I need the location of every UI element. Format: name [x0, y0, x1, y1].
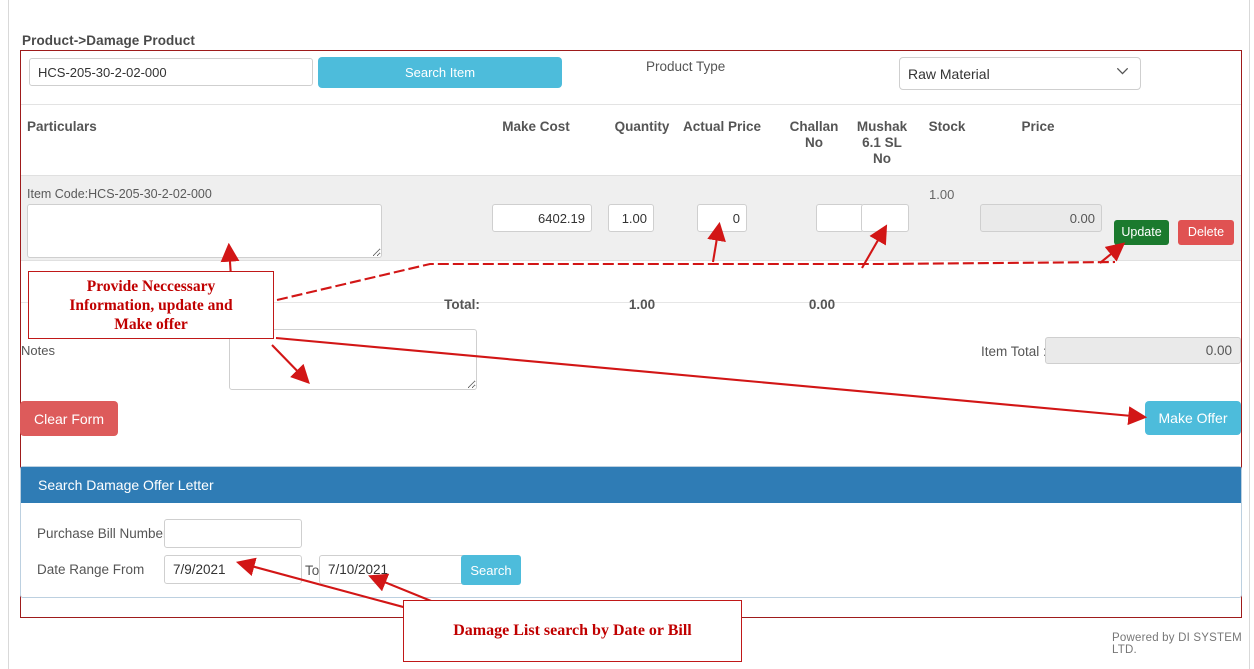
product-type-select[interactable]: Raw Material: [899, 57, 1141, 90]
item-code-input[interactable]: [29, 58, 313, 86]
item-total-label: Item Total :: [981, 344, 1047, 359]
search-item-button[interactable]: Search Item: [318, 57, 562, 88]
annotation-line-3: Make offer: [114, 316, 188, 333]
annotation-line-1: Provide Neccessary: [86, 278, 216, 295]
stock-value: 1.00: [929, 187, 955, 202]
table-row: Item Code:HCS-205-30-2-02-000 1.00 Updat…: [21, 175, 1241, 261]
price-input[interactable]: [980, 204, 1102, 232]
date-range-from-label: Date Range From: [37, 562, 145, 577]
row-item-code-text: Item Code:HCS-205-30-2-02-000: [27, 187, 212, 201]
challan-no-input[interactable]: [816, 204, 864, 232]
actual-price-input[interactable]: [697, 204, 747, 232]
annotation-provide-info: Provide Neccessary Information, update a…: [28, 271, 274, 339]
column-header-mushak-line1: Mushak: [856, 119, 908, 134]
column-header-challan-no-line1: Challan: [789, 119, 839, 134]
particulars-textarea[interactable]: [27, 204, 382, 258]
totals-quantity: 1.00: [628, 297, 656, 312]
column-header-challan-no-line2: No: [805, 135, 823, 150]
column-header-particulars: Particulars: [27, 119, 97, 134]
totals-label: Total:: [444, 297, 480, 312]
purchase-bill-number-label: Purchase Bill Number: [37, 526, 168, 541]
page-right-edge: [1249, 0, 1254, 669]
make-offer-button[interactable]: Make Offer: [1145, 401, 1241, 435]
annotation-damage-list-search: Damage List search by Date or Bill: [403, 600, 742, 662]
page-root: Product->Damage Product Search Item Prod…: [0, 0, 1254, 669]
delete-button[interactable]: Delete: [1178, 220, 1234, 245]
product-type-label: Product Type: [646, 59, 726, 74]
date-from-input[interactable]: [164, 555, 302, 584]
quantity-input[interactable]: [608, 204, 654, 232]
purchase-bill-number-input[interactable]: [164, 519, 302, 548]
annotation-line-2: Information, update and: [69, 297, 233, 314]
powered-by-footer: Powered by DI SYSTEM LTD.: [1112, 632, 1242, 656]
date-range-to-label: To: [305, 563, 320, 578]
breadcrumb: Product->Damage Product: [22, 33, 195, 48]
date-to-input[interactable]: [319, 555, 467, 584]
search-button[interactable]: Search: [461, 555, 521, 585]
notes-label: Notes: [21, 343, 55, 358]
search-damage-offer-panel: Search Damage Offer Letter Purchase Bill…: [20, 466, 1242, 598]
column-header-mushak-line3: No: [873, 151, 891, 166]
search-panel-title: Search Damage Offer Letter: [38, 477, 214, 493]
column-header-price: Price: [1021, 119, 1055, 134]
clear-form-button[interactable]: Clear Form: [20, 401, 118, 436]
column-header-mushak-line2: 6.1 SL: [862, 135, 902, 150]
top-search-row: Search Item Product Type Raw Material: [21, 51, 1241, 105]
column-header-actual-price: Actual Price: [682, 119, 762, 134]
table-header: Particulars Make Cost Quantity Actual Pr…: [21, 105, 1241, 175]
totals-actual-price: 0.00: [808, 297, 836, 312]
column-header-stock: Stock: [928, 119, 966, 134]
column-header-make-cost: Make Cost: [502, 119, 570, 134]
mushak-no-input[interactable]: [861, 204, 909, 232]
update-button[interactable]: Update: [1114, 220, 1169, 245]
page-left-edge: [0, 0, 9, 669]
item-total-input[interactable]: [1045, 337, 1241, 364]
make-cost-input[interactable]: [492, 204, 592, 232]
